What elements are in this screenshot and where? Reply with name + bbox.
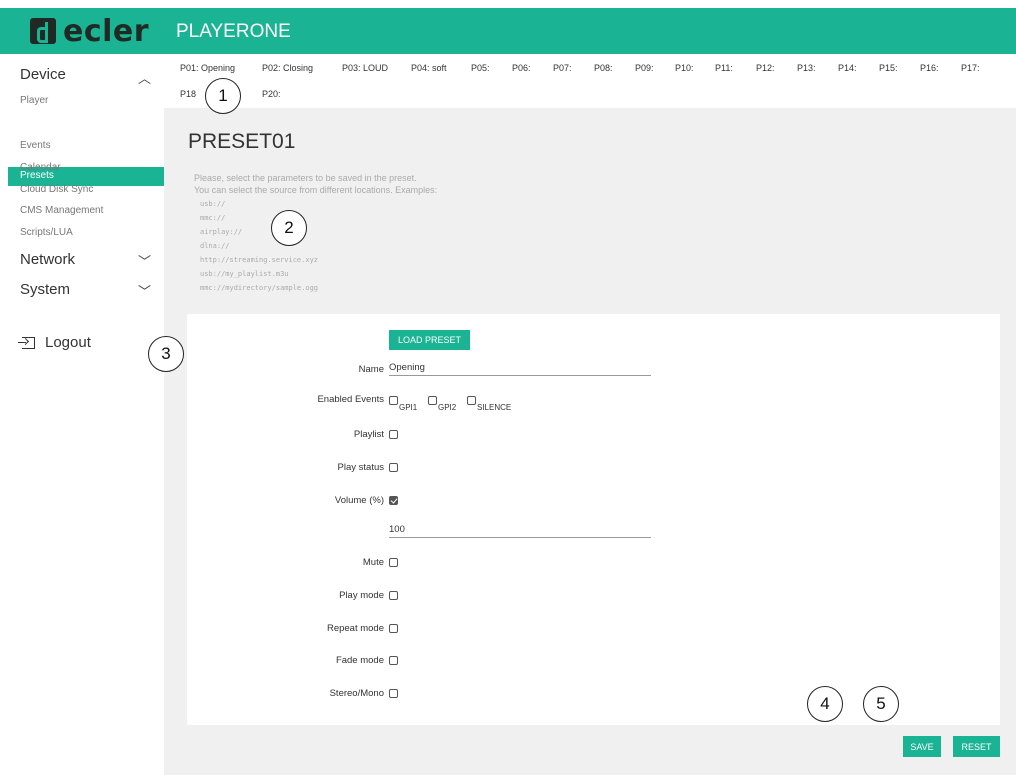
source-example: usb:// [200,200,226,208]
source-example: usb://my_playlist.m3u [200,270,289,278]
chevron-down-icon[interactable]: ﹀ [138,281,151,300]
sidebar-item-events[interactable]: Events [20,140,51,151]
fade-mode-label: Fade mode [335,655,384,666]
silence-checkbox[interactable] [467,396,476,405]
volume-input[interactable]: 100 [389,524,651,538]
callout-marker: 4 [807,686,843,722]
logout-button[interactable]: Logout [18,334,91,351]
tab-p13[interactable]: P13: [797,63,816,73]
volume-label: Volume (%) [334,495,384,506]
callout-marker: 3 [148,336,184,372]
tab-p04[interactable]: P04: soft [411,63,447,73]
gpi2-label: GPI2 [438,403,457,412]
tab-p17[interactable]: P17: [961,63,980,73]
tab-p15[interactable]: P15: [879,63,898,73]
tab-p07[interactable]: P07: [553,63,572,73]
tab-p03[interactable]: P03: LOUD [342,63,388,73]
repeat-mode-label: Repeat mode [326,623,384,634]
sidebar-item-player[interactable]: Player [20,95,48,106]
play-status-checkbox[interactable] [389,463,398,472]
source-example: http://streaming.service.xyz [200,256,319,264]
tab-p05[interactable]: P05: [471,63,490,73]
tab-p11[interactable]: P11: [715,63,733,73]
source-example: mmc:// [200,214,226,222]
sidebar-section-system[interactable]: System [20,281,70,298]
source-example: mmc://mydirectory/sample.ogg [200,284,319,292]
stereo-mono-checkbox[interactable] [389,689,398,698]
chevron-down-icon[interactable]: ﹀ [138,251,151,270]
play-mode-checkbox[interactable] [389,591,398,600]
tab-p08[interactable]: P08: [594,63,613,73]
sidebar-item-scripts-lua[interactable]: Scripts/LUA [20,227,73,238]
playlist-label: Playlist [353,429,384,440]
tab-p14[interactable]: P14: [838,63,857,73]
name-label: Name [358,364,384,375]
preset-tabs: P01: Opening P02: Closing P03: LOUD P04:… [164,54,1016,108]
mute-checkbox[interactable] [389,558,398,567]
logout-icon [18,336,35,349]
chevron-up-icon[interactable]: ︿ [138,68,151,87]
brand-name: ecler [63,13,150,49]
tab-p10[interactable]: P10: [675,63,694,73]
repeat-mode-checkbox[interactable] [389,624,398,633]
sidebar-item-calendar[interactable]: Calendar [20,162,61,173]
sidebar-section-device[interactable]: Device [20,66,66,83]
gpi1-checkbox[interactable] [389,396,398,405]
silence-label: SILENCE [477,403,512,412]
name-field[interactable]: Opening [389,362,651,376]
enabled-events-label: Enabled Events [317,394,384,405]
callout-marker: 2 [271,210,307,246]
playlist-checkbox[interactable] [389,430,398,439]
tab-p01[interactable]: P01: Opening [180,63,235,73]
tab-p06[interactable]: P06: [512,63,531,73]
tab-p20[interactable]: P20: [262,89,281,99]
callout-marker: 5 [863,686,899,722]
stereo-mono-label: Stereo/Mono [329,688,384,699]
source-example: airplay:// [200,228,243,236]
ecler-logo: ecler [30,13,150,49]
mute-label: Mute [362,557,384,568]
volume-checkbox[interactable] [389,496,398,505]
sidebar-item-cloud-disk-sync[interactable]: Cloud Disk Sync [20,184,93,195]
preset-form-card: LOAD PRESET Name Opening Enabled Events … [187,314,1000,725]
tab-p16[interactable]: P16: [920,63,939,73]
reset-button[interactable]: RESET [953,736,1000,757]
page-title: PRESET01 [188,130,296,153]
play-status-label: Play status [337,462,384,473]
sidebar: Device ︿ Player Presets Events Calendar … [0,54,164,775]
logout-label: Logout [45,334,91,351]
callout-marker: 1 [205,78,241,114]
fade-mode-checkbox[interactable] [389,656,398,665]
load-preset-button[interactable]: LOAD PRESET [389,330,470,350]
preset-help-text: Please, select the parameters to be save… [194,172,437,196]
sidebar-item-cms-management[interactable]: CMS Management [20,205,103,216]
gpi1-label: GPI1 [399,403,418,412]
gpi2-checkbox[interactable] [428,396,437,405]
tab-p12[interactable]: P12: [756,63,775,73]
main-content: P01: Opening P02: Closing P03: LOUD P04:… [164,54,1016,775]
sidebar-section-network[interactable]: Network [20,251,75,268]
help-line: You can select the source from different… [194,185,438,195]
tab-p02[interactable]: P02: Closing [262,63,313,73]
tab-p09[interactable]: P09: [635,63,654,73]
app-header: ecler PLAYERONE [0,8,1016,54]
play-mode-label: Play mode [339,590,384,601]
app-title: PLAYERONE [176,21,291,42]
save-button[interactable]: SAVE [903,736,941,757]
help-line: Please, select the parameters to be save… [194,173,417,183]
ecler-logo-mark [30,18,56,44]
tab-p18[interactable]: P18 [180,89,196,99]
source-example: dlna:// [200,242,230,250]
